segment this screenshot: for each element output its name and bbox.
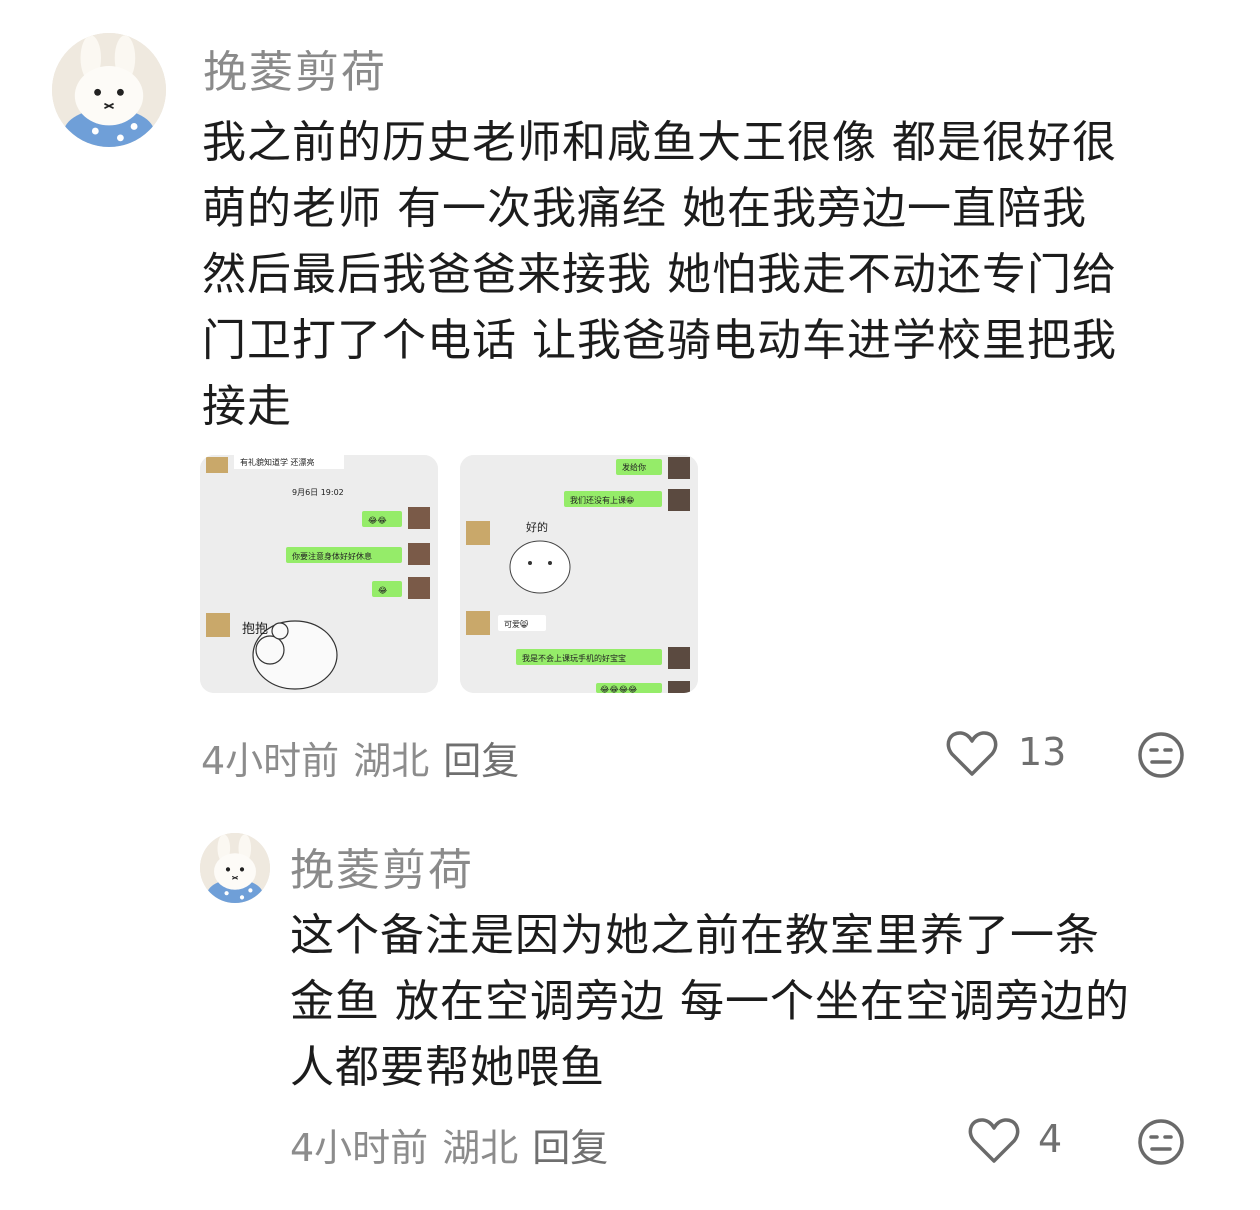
timestamp: 4小时前 xyxy=(290,1126,429,1170)
dislike-face-icon[interactable] xyxy=(1137,1118,1185,1170)
comment-text: 我之前的历史老师和咸鱼大王很像 都是很好很 萌的老师 有一次我痛经 她在我旁边一… xyxy=(202,110,1212,440)
like-count: 13 xyxy=(1018,730,1067,774)
location: 湖北 xyxy=(442,1126,519,1170)
chat-message: 我是不会上课玩手机的好宝宝 xyxy=(522,653,626,663)
comment-line: 萌的老师 有一次我痛经 她在我旁边一直陪我 xyxy=(202,183,1087,234)
reply-button[interactable]: 回复 xyxy=(532,1126,608,1170)
comment-line: 我之前的历史老师和咸鱼大王很像 都是很好很 xyxy=(202,117,1117,168)
comment-meta: 4小时前 湖北 回复 xyxy=(201,730,533,785)
sticker-text: 好的 xyxy=(526,520,548,534)
chat-message: 我们还没有上课😁 xyxy=(570,495,634,505)
comment-line: 这个备注是因为她之前在教室里养了一条 xyxy=(290,910,1100,961)
timestamp: 4小时前 xyxy=(201,739,340,783)
chat-message: 😂 xyxy=(378,586,387,595)
contact-name: 有礼貌知道学 还漂亮 xyxy=(240,457,315,467)
location: 湖北 xyxy=(353,739,430,783)
username[interactable]: 挽菱剪荷 xyxy=(203,36,387,100)
comment-text: 这个备注是因为她之前在教室里养了一条 金鱼 放在空调旁边 每一个坐在空调旁边的 … xyxy=(290,903,1210,1101)
chat-timestamp: 9月6日 19:02 xyxy=(292,488,344,497)
comment-meta: 4小时前 湖北 回复 xyxy=(290,1117,622,1172)
comment-line: 然后最后我爸爸来接我 她怕我走不动还专门给 xyxy=(202,249,1117,300)
chat-message: 😂😂😂😂 xyxy=(600,685,637,693)
chat-message: 你要注意身体好好休息 xyxy=(292,551,372,561)
comment-line: 门卫打了个电话 让我爸骑电动车进学校里把我 xyxy=(202,315,1117,366)
comment-line: 人都要帮她喂鱼 xyxy=(290,1042,605,1093)
chat-message: 😂😂 xyxy=(368,516,387,525)
heart-icon[interactable] xyxy=(968,1117,1020,1169)
comment-line: 金鱼 放在空调旁边 每一个坐在空调旁边的 xyxy=(290,976,1130,1027)
like-count: 4 xyxy=(1038,1117,1063,1161)
heart-icon[interactable] xyxy=(946,730,998,782)
username[interactable]: 挽菱剪荷 xyxy=(290,834,474,898)
comment-line: 接走 xyxy=(202,381,292,432)
reply-button[interactable]: 回复 xyxy=(443,739,519,783)
comment-image[interactable]: 发给你 我们还没有上课😁 好的 可爱😸 我是不会上课玩手机的好宝宝 😂😂😂😂 xyxy=(460,455,698,693)
sticker-text: 抱抱 xyxy=(242,621,268,637)
comment-image[interactable]: 有礼貌知道学 还漂亮 9月6日 19:02 😂😂 你要注意身体好好休息 😂 抱抱 xyxy=(200,455,438,693)
avatar[interactable] xyxy=(200,833,270,903)
avatar[interactable] xyxy=(52,33,166,147)
chat-message: 可爱😸 xyxy=(504,619,529,629)
chat-message: 发给你 xyxy=(622,462,646,472)
dislike-face-icon[interactable] xyxy=(1137,731,1185,783)
